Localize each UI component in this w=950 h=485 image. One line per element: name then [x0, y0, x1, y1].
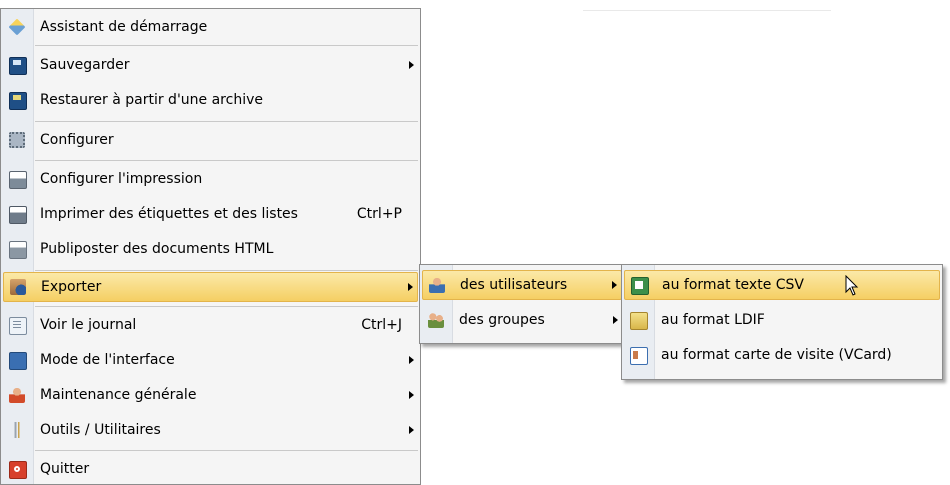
menu-separator: [35, 121, 418, 122]
restore-disk-icon: [9, 92, 27, 110]
menu-item-label: Restaurer à partir d'une archive: [40, 92, 263, 108]
gear-icon: [9, 132, 25, 148]
submenu-arrow-icon: [409, 391, 414, 399]
menu-item-label: Mode de l'interface: [40, 352, 175, 368]
menu-item-label: Sauvegarder: [40, 57, 130, 73]
mouse-pointer-icon: [845, 275, 859, 296]
submenu-arrow-icon: [612, 281, 617, 289]
group-icon: [428, 312, 444, 328]
submenu-arrow-icon: [613, 316, 618, 324]
menu-item-configurer-impression[interactable]: Configurer l'impression: [3, 165, 418, 195]
export-icon: [10, 279, 26, 295]
user-icon: [429, 277, 445, 293]
menu-item-label: au format carte de visite (VCard): [661, 347, 892, 363]
menu-item-label: Imprimer des étiquettes et des listes: [40, 206, 298, 222]
submenu-arrow-icon: [409, 426, 414, 434]
main-menu: Assistant de démarrage Sauvegarder Resta…: [0, 8, 421, 485]
menu-item-label: Quitter: [40, 461, 90, 477]
printer-icon: [9, 206, 27, 224]
print-settings-icon: [9, 171, 27, 189]
menu-item-mode-interface[interactable]: Mode de l'interface: [3, 346, 418, 376]
menu-separator: [35, 270, 418, 271]
menu-item-label: Outils / Utilitaires: [40, 422, 161, 438]
menu-item-label: au format texte CSV: [662, 277, 804, 293]
save-disk-icon: [9, 57, 27, 75]
menu-item-journal[interactable]: Voir le journal Ctrl+J: [3, 311, 418, 341]
menu-item-sauvegarder[interactable]: Sauvegarder: [3, 51, 418, 81]
menu-item-label: Assistant de démarrage: [40, 19, 208, 35]
vcard-icon: [630, 347, 648, 365]
wand-icon: [8, 18, 26, 36]
menu-item-shortcut: Ctrl+P: [356, 206, 402, 222]
quit-icon: [9, 461, 27, 479]
menu-item-label: Configurer: [40, 132, 114, 148]
menu-item-label: Configurer l'impression: [40, 171, 203, 187]
menu-item-label: au format LDIF: [661, 312, 765, 328]
menu-item-format-vcard[interactable]: au format carte de visite (VCard): [624, 341, 940, 371]
menu-item-label: Exporter: [41, 279, 102, 295]
menu-separator: [35, 45, 418, 46]
csv-spreadsheet-icon: [631, 277, 649, 295]
menu-item-exporter[interactable]: Exporter: [3, 272, 418, 302]
menu-item-label: des groupes: [459, 312, 545, 328]
maintenance-user-icon: [9, 387, 25, 403]
menu-item-configurer[interactable]: Configurer: [3, 126, 418, 156]
menu-item-quitter[interactable]: Quitter: [3, 455, 418, 485]
menu-item-label: Maintenance générale: [40, 387, 197, 403]
tools-icon: [9, 422, 25, 438]
menu-separator: [35, 306, 418, 307]
export-submenu: des utilisateurs des groupes: [419, 264, 625, 344]
menu-item-restaurer[interactable]: Restaurer à partir d'une archive: [3, 86, 418, 116]
monitor-icon: [9, 352, 27, 370]
ldif-file-icon: [630, 312, 648, 330]
menu-item-imprimer[interactable]: Imprimer des étiquettes et des listes Ct…: [3, 200, 418, 230]
menu-item-outils[interactable]: Outils / Utilitaires: [3, 416, 418, 446]
submenu-arrow-icon: [409, 61, 414, 69]
submenu-arrow-icon: [409, 356, 414, 364]
menu-item-assistant[interactable]: Assistant de démarrage: [3, 13, 418, 43]
menu-item-des-groupes[interactable]: des groupes: [422, 306, 622, 336]
users-export-submenu: au format texte CSV au format LDIF au fo…: [621, 264, 943, 380]
menu-item-label: des utilisateurs: [460, 277, 568, 293]
journal-icon: [9, 317, 27, 335]
menu-separator: [35, 160, 418, 161]
background-divider-line: [583, 10, 831, 11]
menu-separator: [35, 450, 418, 451]
menu-item-label: Voir le journal: [40, 317, 137, 333]
menu-item-des-utilisateurs[interactable]: des utilisateurs: [422, 270, 622, 300]
menu-item-shortcut: Ctrl+J: [361, 317, 402, 333]
menu-item-label: Publiposter des documents HTML: [40, 241, 274, 257]
menu-item-maintenance[interactable]: Maintenance générale: [3, 381, 418, 411]
menu-item-publiposter[interactable]: Publiposter des documents HTML: [3, 235, 418, 265]
menu-item-format-csv[interactable]: au format texte CSV: [624, 270, 940, 300]
submenu-arrow-icon: [408, 283, 413, 291]
mail-merge-icon: [9, 241, 27, 259]
menu-item-format-ldif[interactable]: au format LDIF: [624, 306, 940, 336]
